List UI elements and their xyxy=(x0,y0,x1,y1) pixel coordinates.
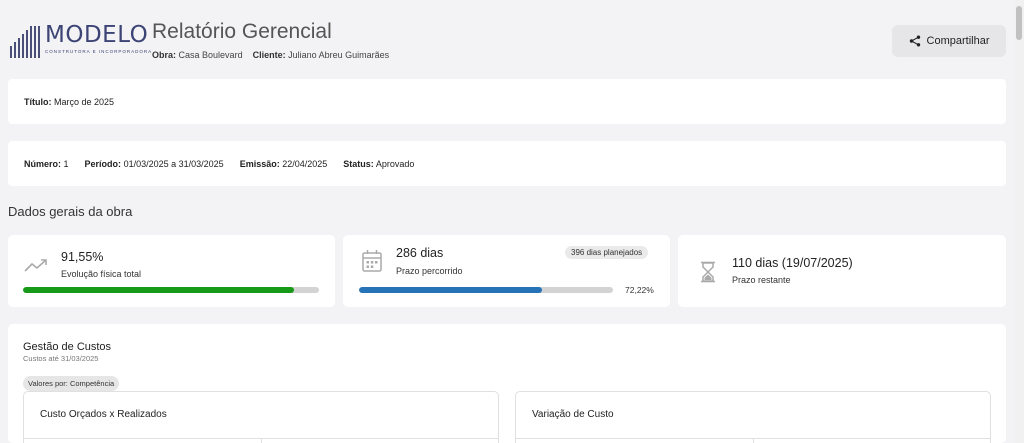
cliente-value: Juliano Abreu Guimarães xyxy=(288,50,390,60)
elapsed-time-percent: 72,22% xyxy=(625,285,654,295)
share-button[interactable]: Compartilhar xyxy=(892,25,1006,57)
brand-logo: MODELO CONSTRUTORA E INCORPORADORA xyxy=(10,22,152,58)
elapsed-time-bar xyxy=(359,287,613,293)
remaining-time-card: 110 dias (19/07/2025) Prazo restante xyxy=(678,235,1006,307)
emissao-value: 22/04/2025 xyxy=(282,158,328,169)
elapsed-time-card: 286 dias Prazo percorrido 396 dias plane… xyxy=(343,235,670,307)
scrollbar-thumb[interactable] xyxy=(1016,6,1022,40)
brand-name: MODELO xyxy=(45,22,149,48)
remaining-time-label: Prazo restante xyxy=(732,275,791,285)
physical-progress-bar xyxy=(23,287,319,293)
calendar-icon xyxy=(362,250,382,272)
cost-management-title: Gestão de Custos xyxy=(23,341,112,353)
report-info-card: Número: 1 Período: 01/03/2025 a 31/03/20… xyxy=(8,141,1006,186)
obra-label: Obra: xyxy=(152,50,177,60)
cost-variation-title: Variação de Custo xyxy=(532,409,614,420)
trending-up-icon xyxy=(24,259,47,272)
elapsed-time-fill xyxy=(359,287,543,293)
numero-label: Número: xyxy=(24,158,62,169)
physical-progress-fill xyxy=(23,287,294,293)
section-title: Dados gerais da obra xyxy=(8,204,133,219)
elapsed-time-value: 286 dias xyxy=(396,246,444,260)
numero-value: 1 xyxy=(63,158,69,169)
status-label: Status: xyxy=(343,158,374,169)
physical-progress-label: Evolução física total xyxy=(61,269,142,279)
brand-tagline: CONSTRUTORA E INCORPORADORA xyxy=(45,49,153,54)
cost-variation-card: Variação de Custo xyxy=(515,391,991,443)
title-value: Março de 2025 xyxy=(54,96,115,107)
page-header: MODELO CONSTRUTORA E INCORPORADORA Relat… xyxy=(0,0,1014,72)
periodo-label: Período: xyxy=(84,158,122,169)
divider xyxy=(261,438,262,443)
divider xyxy=(753,438,754,443)
obra-value: Casa Boulevard xyxy=(178,50,243,60)
report-subtitle: Obra: Casa Boulevard Cliente: Juliano Ab… xyxy=(152,50,389,60)
share-icon xyxy=(909,35,920,47)
budget-vs-actual-card: Custo Orçados x Realizados xyxy=(23,391,499,443)
status-value: Aprovado xyxy=(375,158,415,169)
physical-progress-value: 91,55% xyxy=(61,250,104,264)
report-title-card: Título: Março de 2025 xyxy=(8,79,1006,124)
budget-vs-actual-title: Custo Orçados x Realizados xyxy=(40,409,167,420)
physical-progress-card: 91,55% Evolução física total xyxy=(8,235,335,307)
title-label: Título: xyxy=(24,96,52,107)
planned-days-badge: 396 dias planejados xyxy=(565,246,649,259)
hourglass-icon xyxy=(701,261,715,283)
values-basis-badge: Valores por: Competência xyxy=(23,376,120,391)
logo-bars-icon xyxy=(10,24,40,58)
periodo-value: 01/03/2025 a 31/03/2025 xyxy=(123,158,224,169)
page-title: Relatório Gerencial xyxy=(152,20,332,43)
elapsed-time-label: Prazo percorrido xyxy=(396,266,463,276)
remaining-time-value: 110 dias (19/07/2025) xyxy=(732,256,853,270)
cliente-label: Cliente: xyxy=(252,50,286,60)
share-button-label: Compartilhar xyxy=(926,35,990,47)
cost-management-subtitle: Custos até 31/03/2025 xyxy=(23,354,99,363)
cost-management-card: Gestão de Custos Custos até 31/03/2025 V… xyxy=(8,324,1006,443)
page-scrollbar[interactable] xyxy=(1014,0,1024,443)
emissao-label: Emissão: xyxy=(239,158,280,169)
